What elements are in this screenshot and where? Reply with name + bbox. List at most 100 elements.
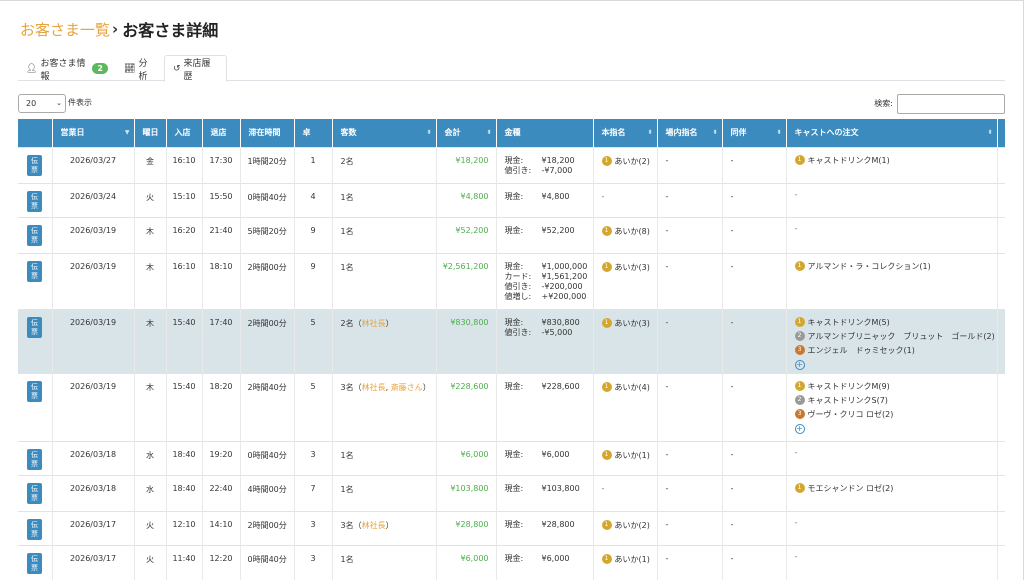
stay-duration: 0時間40分 [240,182,295,217]
table-row[interactable]: 伝票 2026/03/18 水 18:40 19:20 0時間40分 3 1名 ¥6,000 現金… [18,440,1005,475]
table-row[interactable]: 伝票 2026/03/19 木 16:20 21:40 5時間20分 9 1名 ¥52,200 現… [18,216,1005,253]
column-header-douhan[interactable]: 同伴 ⬍ [722,119,787,147]
column-header-weekday: 曜日 [134,119,167,147]
tab-bar: 👤︎ お客さま情報 2 📈︎ 分析 ↺ 来店履歴 [18,55,1005,82]
payment-type: 現金: [504,225,524,235]
table-row[interactable]: 伝票 2026/03/19 木 15:40 17:40 2時間00分 5 2名（林社長） ¥83… [18,308,1005,373]
guest-count: 1名 [340,192,354,202]
slip-button[interactable]: 伝票 [27,380,42,402]
business-date: 2026/03/19 [52,252,135,309]
slip-button[interactable]: 伝票 [27,154,42,176]
check-in-time: 11:40 [166,544,203,580]
total-amount: ¥52,200 [436,216,497,253]
table-row[interactable]: 伝票 2026/03/27 金 16:10 17:30 1時間20分 1 2名 ¥18,200 現… [18,146,1005,183]
check-in-time: 15:40 [166,372,203,441]
plus-circle-icon[interactable]: + [794,423,805,434]
tab-label: 来店履歴 [183,58,211,82]
nominated-cast[interactable]: 1 あいか(2) [601,156,657,167]
companion-link[interactable]: 林社長 [362,383,386,392]
visit-history-table-container[interactable]: 営業日 ▼ 曜日 入店 退店 滞在時間卓客数 ⬍ 会計 ⬍ 金種 本指名 ⬍ 場内指名 ⬍ 同伴 ⬍ キャストへ… [18,119,1005,580]
companion-link[interactable]: 斎藤さん [391,383,423,392]
column-header-label: 本指名 [601,128,626,138]
cast-name: あいか(1) [614,554,650,564]
slip-label-line: 票 [31,165,38,174]
guest-count: 1名 [340,262,354,272]
nominated-cast[interactable]: 1 あいか(2) [601,520,657,531]
slip-button[interactable]: 伝票 [27,518,42,540]
slip-cell: 伝票 [18,308,53,373]
companion-link[interactable]: 林社長 [362,319,386,328]
rank-badge: 1 [601,554,612,564]
cast-name: あいか(8) [614,226,650,236]
plus-circle-icon[interactable]: + [794,359,805,370]
nominated-cast[interactable]: 1 あいか(1) [601,450,657,461]
in-store-nomination: - [657,252,723,309]
stay-duration: 5時間20分 [240,216,295,253]
table-number: 3 [294,544,333,580]
nominated-cast[interactable]: 1 あいか(4) [601,382,657,393]
nominated-cast[interactable]: 1 あいか(8) [601,226,657,237]
payment-amount: -¥7,000 [541,165,573,175]
column-header-check-in: 入店 [166,119,203,147]
weekday: 木 [134,216,167,253]
weekday: 金 [134,146,167,183]
tab-customer-info[interactable]: 👤︎ お客さま情報 2 [18,55,116,82]
stay-duration: 0時間40分 [240,440,295,475]
payment-line: 値引き: -¥7,000 [505,166,593,176]
table-row[interactable]: 伝票 2026/03/18 水 18:40 22:40 4時間00分 7 1名 ¥103,800… [18,474,1005,511]
table-number: 3 [294,510,333,545]
breadcrumb-customer-list-link[interactable]: お客さま一覧 [20,19,110,40]
nominated-cast[interactable]: 1 あいか(1) [601,554,657,565]
rank-badge: 3 [794,409,805,419]
payment-type: 値引き: [504,281,532,291]
slip-button[interactable]: 伝票 [27,260,42,282]
column-header-guest-count[interactable]: 客数 ⬍ [332,119,437,147]
column-header-label: 客数 [340,128,357,138]
business-date: 2026/03/24 [52,182,135,217]
table-row[interactable]: 伝票 2026/03/19 木 16:10 18:10 2時間00分 9 1名 ¥2,561,2… [18,252,1005,309]
column-header-business-date[interactable]: 営業日 ▼ [52,119,135,147]
main-nomination: 1 あいか(2) [593,510,658,545]
table-row[interactable]: 伝票 2026/03/17 火 11:40 12:20 0時間40分 3 1名 ¥6,000 現金… [18,544,1005,580]
slip-button[interactable]: 伝票 [27,482,42,504]
companion-link[interactable]: 林社長 [362,521,386,530]
slip-label-line: 票 [31,201,38,210]
payment-line: 現金: ¥830,800 [505,318,593,328]
slip-button[interactable]: 伝票 [27,448,42,470]
page-size-select[interactable]: 20 ⌄ [18,94,66,113]
table-row[interactable]: 伝票 2026/03/24 火 15:10 15:50 0時間40分 4 1名 ¥4,800 現金… [18,182,1005,217]
column-header-label: 場内指名 [665,128,698,138]
stay-duration: 2時間00分 [240,308,295,373]
payment-line: 値増し: +¥200,000 [505,292,593,302]
tab-analysis[interactable]: 📈︎ 分析 [116,55,164,82]
column-header-more[interactable]: お⬍ [997,119,1005,147]
column-header-main-nomination[interactable]: 本指名 ⬍ [593,119,658,147]
table-row[interactable]: 伝票 2026/03/17 火 12:10 14:10 2時間00分 3 3名（林社長） ¥28… [18,510,1005,545]
search-input[interactable] [897,94,1005,114]
column-header-in-store-nomination[interactable]: 場内指名 ⬍ [657,119,723,147]
slip-label-line: 伝 [31,156,38,165]
tab-visit-history[interactable]: ↺ 来店履歴 [164,55,227,82]
guest-count-cell: 1名 [332,252,437,309]
payment-type: 現金: [504,191,524,201]
overflow-column: - [997,474,1005,511]
payment-type: 現金: [504,261,524,271]
payment-amount: ¥6,000 [541,449,570,459]
table-number: 7 [294,474,333,511]
slip-label-line: 伝 [31,318,38,327]
breadcrumb: お客さま一覧 › お客さま詳細 [20,17,218,41]
in-store-nomination: - [657,474,723,511]
nominated-cast[interactable]: 1 あいか(3) [601,318,657,329]
column-header-cast-orders[interactable]: キャストへの注文 ⬍ [786,119,998,147]
slip-button[interactable]: 伝票 [27,552,42,574]
order-item: 2 アルマンドブリニャック ブリュット ゴールド(2) [794,330,997,344]
slip-button[interactable]: 伝票 [27,316,42,338]
cast-orders: - [786,510,998,545]
cast-orders: 1 キャストドリンクM(1) [786,146,998,183]
table-row[interactable]: 伝票 2026/03/19 木 15:40 18:20 2時間40分 5 3名（林社長, 斎藤… [18,372,1005,441]
column-header-total[interactable]: 会計 ⬍ [436,119,497,147]
nominated-cast[interactable]: 1 あいか(3) [601,262,657,273]
slip-button[interactable]: 伝票 [27,224,42,246]
slip-button[interactable]: 伝票 [27,190,42,212]
slip-label-line: 票 [31,327,38,336]
